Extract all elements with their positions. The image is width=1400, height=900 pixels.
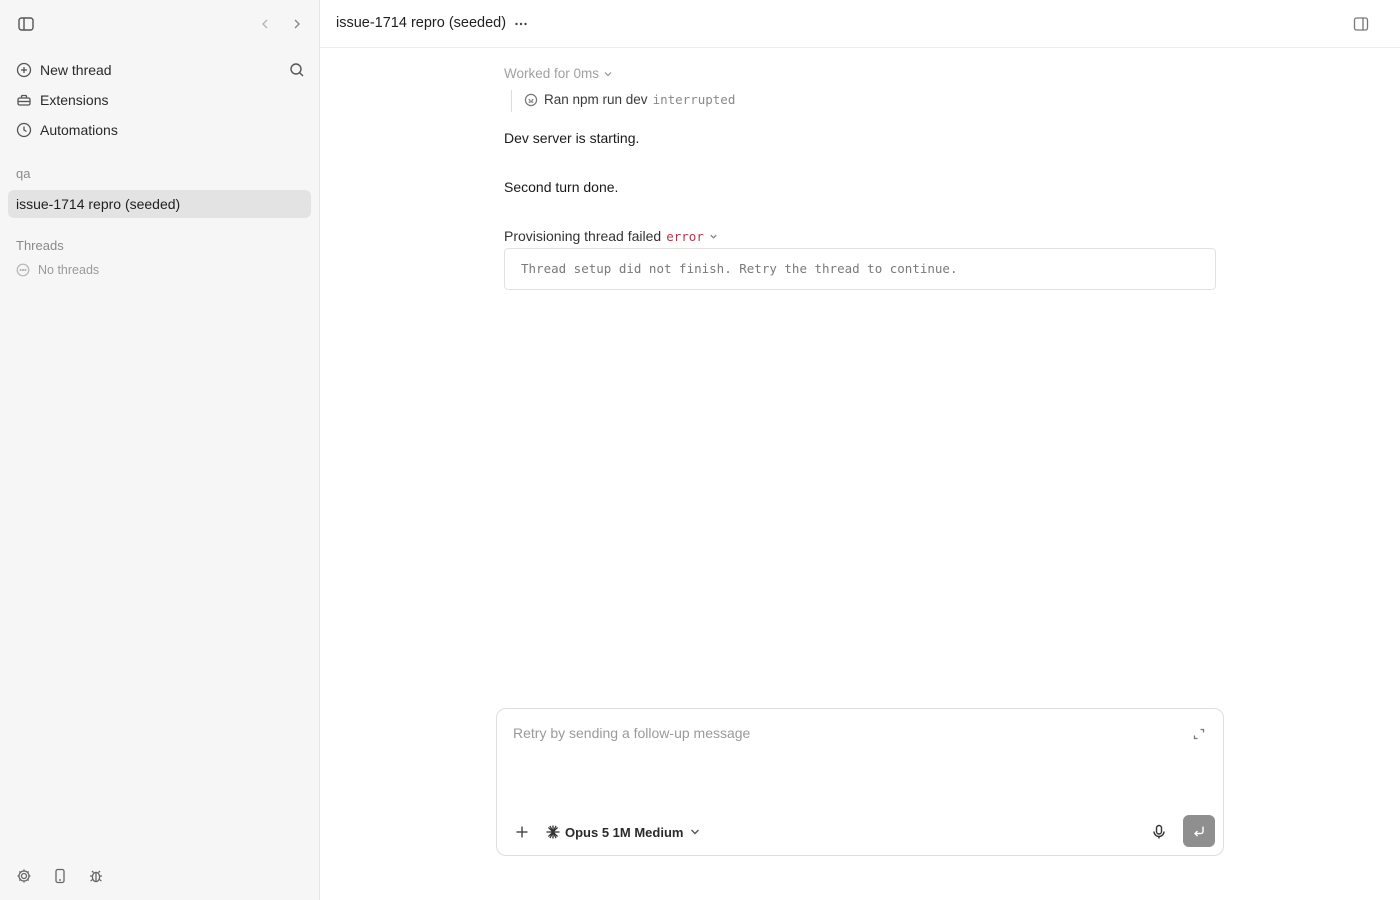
expand-icon[interactable] bbox=[1191, 726, 1207, 742]
model-name: Opus 5 1M Medium bbox=[565, 824, 684, 840]
send-arrow-icon bbox=[1191, 823, 1207, 839]
sidebar-item-label: Extensions bbox=[40, 92, 109, 108]
chevron-down-icon bbox=[602, 68, 614, 80]
sidebar-item-label: Automations bbox=[40, 122, 118, 138]
bug-icon[interactable] bbox=[87, 867, 105, 885]
search-icon[interactable] bbox=[288, 61, 306, 79]
tool-call-status: interrupted bbox=[652, 92, 736, 107]
new-thread-label: New thread bbox=[40, 62, 112, 78]
sidebar-item-automations[interactable]: Automations bbox=[8, 116, 312, 144]
model-selector[interactable]: Opus 5 1M Medium bbox=[545, 822, 701, 842]
assistant-message: Dev server is starting. bbox=[504, 130, 640, 146]
tool-call-command: Ran npm run dev bbox=[544, 92, 648, 107]
assistant-message: Second turn done. bbox=[504, 179, 619, 195]
error-title: Provisioning thread failed bbox=[504, 228, 662, 244]
microphone-icon[interactable] bbox=[1150, 823, 1168, 841]
clock-icon bbox=[16, 122, 32, 138]
no-threads-text: No threads bbox=[38, 263, 100, 277]
threads-section-label: Threads bbox=[16, 238, 64, 253]
chevron-right-icon[interactable] bbox=[289, 15, 305, 33]
error-detail-box: Thread setup did not finish. Retry the t… bbox=[504, 248, 1216, 290]
interrupted-icon bbox=[524, 93, 538, 107]
plus-circle-icon bbox=[16, 62, 32, 78]
chevron-left-icon[interactable] bbox=[257, 15, 273, 33]
more-options-icon[interactable] bbox=[511, 14, 531, 34]
sidebar-item-extensions[interactable]: Extensions bbox=[8, 86, 312, 114]
plus-icon[interactable] bbox=[513, 823, 531, 841]
error-header-toggle[interactable]: Provisioning thread failed error bbox=[504, 228, 719, 244]
page-title: issue-1714 repro (seeded) bbox=[336, 15, 507, 31]
no-threads-indicator: No threads bbox=[16, 263, 99, 277]
thread-header: issue-1714 repro (seeded) bbox=[320, 0, 1400, 48]
sidebar-thread-active[interactable]: issue-1714 repro (seeded) bbox=[8, 190, 311, 218]
chevron-down-icon bbox=[708, 231, 719, 242]
spark-icon bbox=[545, 824, 561, 840]
send-button[interactable] bbox=[1183, 815, 1215, 847]
worked-duration-text: Worked for 0ms bbox=[504, 66, 600, 81]
sidebar-toggle-icon[interactable] bbox=[16, 14, 36, 34]
message-input[interactable] bbox=[513, 725, 1173, 785]
phone-icon[interactable] bbox=[51, 867, 69, 885]
sidebar: New thread Extensions Automations qa iss… bbox=[0, 0, 320, 900]
chevron-down-icon bbox=[689, 826, 701, 838]
project-label: qa bbox=[16, 166, 31, 181]
worked-duration-toggle[interactable]: Worked for 0ms bbox=[504, 66, 614, 81]
right-panel-toggle-icon[interactable] bbox=[1351, 14, 1371, 34]
gear-icon[interactable] bbox=[15, 867, 33, 885]
error-tag: error bbox=[666, 228, 704, 244]
thread-label: issue-1714 repro (seeded) bbox=[16, 196, 181, 212]
new-thread-button[interactable]: New thread bbox=[8, 56, 312, 84]
toolbox-icon bbox=[16, 92, 32, 108]
tool-call-row[interactable]: Ran npm run dev interrupted bbox=[524, 92, 735, 107]
message-composer: Opus 5 1M Medium bbox=[496, 708, 1224, 856]
chat-empty-icon bbox=[16, 263, 30, 277]
tool-call-rail bbox=[511, 90, 512, 112]
